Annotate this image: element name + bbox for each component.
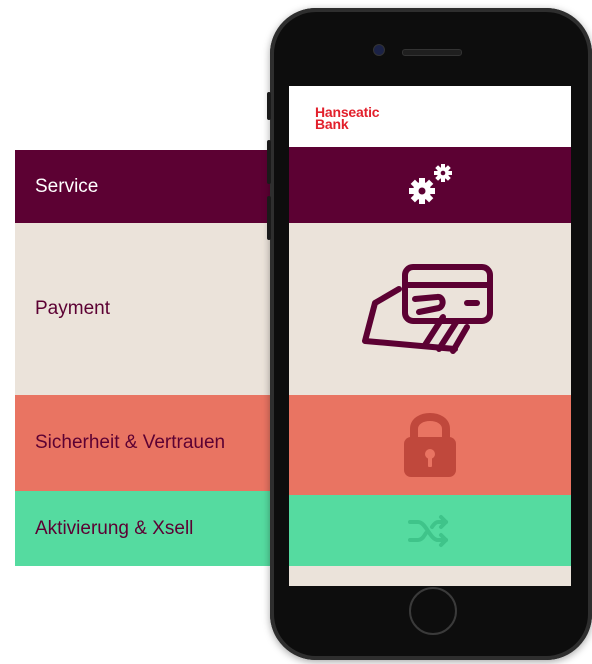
gears-icon <box>409 164 452 204</box>
category-band-security: Sicherheit & Vertrauen <box>15 395 290 491</box>
hanseatic-bank-logo[interactable]: Hanseatic Bank <box>315 105 380 131</box>
front-camera <box>373 44 385 56</box>
category-band-service: Service <box>15 150 290 223</box>
screen-tile-service[interactable] <box>289 147 571 223</box>
category-label-activation: Aktivierung & Xsell <box>35 517 194 539</box>
category-band-payment: Payment <box>15 223 290 395</box>
category-label-service: Service <box>35 175 99 197</box>
app-header: Hanseatic Bank <box>289 86 571 147</box>
phone-volume-down <box>267 196 271 240</box>
home-button[interactable] <box>409 587 457 635</box>
category-band-activation: Aktivierung & Xsell <box>15 491 290 566</box>
card-in-hand-icon <box>362 264 493 354</box>
screen-tile-payment[interactable] <box>289 223 571 395</box>
category-label-security: Sicherheit & Vertrauen <box>35 432 226 453</box>
padlock-icon <box>404 413 456 477</box>
screen-tile-security[interactable] <box>289 395 571 495</box>
phone-screen: Hanseatic Bank <box>289 86 571 586</box>
category-label-payment: Payment <box>35 298 110 319</box>
shuffle-icon <box>408 514 448 547</box>
earpiece-speaker <box>402 49 462 56</box>
phone-mute-switch <box>267 92 271 120</box>
phone-volume-up <box>267 140 271 184</box>
screen-tile-activation[interactable] <box>289 495 571 566</box>
